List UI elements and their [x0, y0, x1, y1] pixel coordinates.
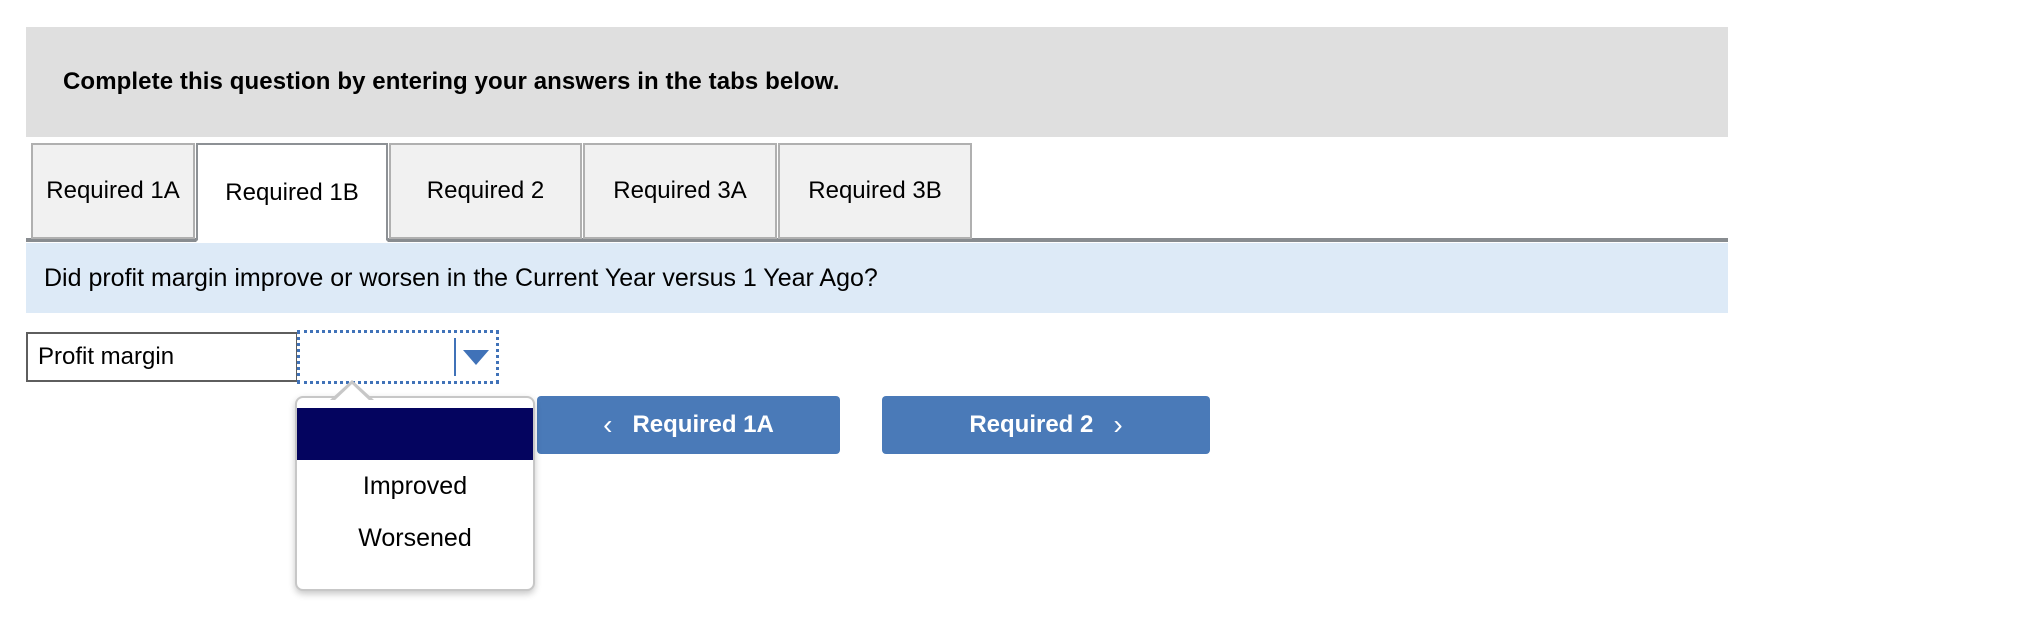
chevron-down-glyph — [463, 349, 489, 365]
tab-label: Required 2 — [426, 177, 545, 204]
dropdown-option-worsened[interactable]: Worsened — [297, 512, 533, 564]
dropdown-pointer-fill — [333, 384, 371, 402]
chevron-left-icon: ‹ — [603, 409, 613, 440]
tab-required-3a[interactable]: Required 3A — [583, 143, 777, 239]
profit-margin-select[interactable] — [297, 330, 499, 384]
previous-button-label: Required 1A — [632, 411, 774, 438]
tab-required-1b[interactable]: Required 1B — [196, 143, 388, 242]
tab-label: Required 3B — [808, 177, 942, 204]
answer-row-label-text: Profit margin — [38, 343, 175, 370]
tab-required-2[interactable]: Required 2 — [389, 143, 582, 239]
instruction-banner: Complete this question by entering your … — [26, 27, 1728, 137]
profit-margin-dropdown-menu[interactable]: Improved Worsened — [295, 396, 535, 591]
chevron-down-icon[interactable] — [456, 333, 496, 381]
dropdown-option-label: Worsened — [358, 523, 472, 552]
tab-required-3b[interactable]: Required 3B — [778, 143, 972, 239]
tab-label: Required 3A — [613, 177, 747, 204]
tab-label: Required 1B — [225, 178, 359, 206]
next-required-2-button[interactable]: Required 2 › — [882, 396, 1210, 454]
question-prompt-bar: Did profit margin improve or worsen in t… — [26, 243, 1728, 313]
instruction-banner-text: Complete this question by entering your … — [63, 68, 840, 95]
chevron-right-icon: › — [1113, 409, 1123, 440]
dropdown-option-blank[interactable] — [297, 408, 533, 460]
dropdown-option-label: Improved — [362, 471, 468, 500]
tab-required-1a[interactable]: Required 1A — [31, 143, 195, 239]
dropdown-option-improved[interactable]: Improved — [297, 460, 533, 512]
next-button-label: Required 2 — [969, 411, 1094, 438]
question-prompt-text: Did profit margin improve or worsen in t… — [44, 263, 878, 292]
tab-label: Required 1A — [46, 177, 180, 204]
answer-row-label: Profit margin — [26, 332, 298, 382]
previous-required-1a-button[interactable]: ‹ Required 1A — [537, 396, 840, 454]
tab-strip: Required 1A Required 1B Required 2 Requi… — [0, 143, 2022, 243]
